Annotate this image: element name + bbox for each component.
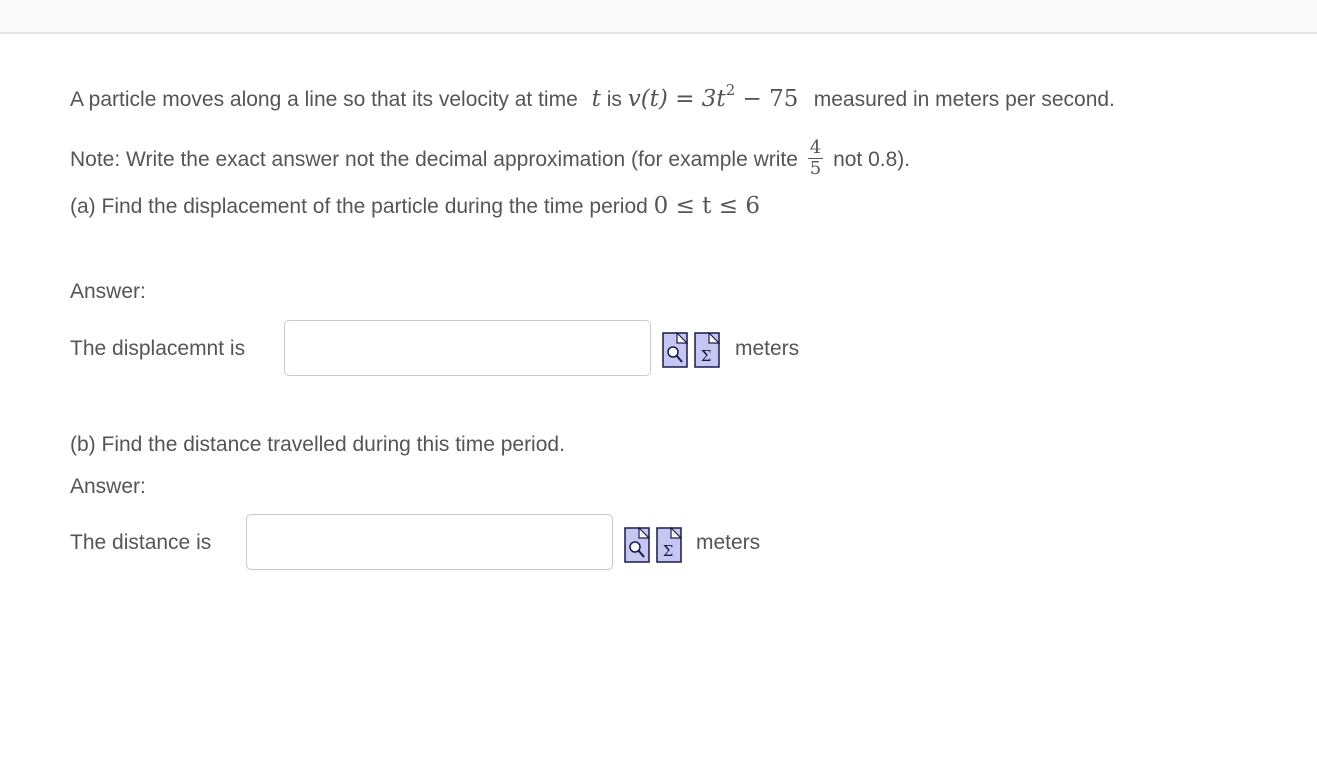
distance-input[interactable] [246, 514, 613, 570]
svg-text:Σ: Σ [663, 542, 674, 560]
intro-text-b: is [606, 88, 622, 111]
preview-answer-icon[interactable] [662, 332, 688, 368]
intro-text-a: A particle moves along a line so that it… [70, 88, 578, 111]
answer-label-b: Answer: [70, 475, 146, 498]
intro-text-c: measured in meters per second. [813, 88, 1115, 111]
note-text-b: not 0.8). [833, 148, 911, 172]
velocity-equation: v(t) = 3t2 − 75 [627, 81, 799, 112]
top-bar [0, 0, 1317, 34]
note-line: Note: Write the exact answer not the dec… [70, 137, 911, 181]
distance-prompt: The distance is [70, 531, 212, 554]
time-interval: 0 ≤ t ≤ 6 [653, 193, 760, 219]
equation-editor-icon[interactable]: Σ [694, 332, 720, 368]
example-fraction: 4 5 [807, 137, 824, 179]
displacement-unit: meters [735, 337, 800, 360]
displacement-input[interactable] [284, 320, 651, 376]
preview-answer-icon[interactable] [624, 527, 650, 563]
problem-intro: A particle moves along a line so that it… [70, 81, 1115, 112]
svg-text:Σ: Σ [701, 347, 712, 365]
part-a-question: (a) Find the displacement of the particl… [70, 193, 760, 219]
answer-label-a: Answer: [70, 280, 146, 303]
part-b-question: (b) Find the distance travelled during t… [70, 433, 565, 456]
note-text-a: Note: Write the exact answer not the dec… [70, 148, 798, 172]
distance-unit: meters [696, 531, 761, 554]
variable-t: t [591, 86, 601, 112]
equation-editor-icon[interactable]: Σ [656, 527, 682, 563]
part-a-text: (a) Find the displacement of the particl… [70, 195, 648, 218]
displacement-prompt: The displacemnt is [70, 337, 246, 360]
